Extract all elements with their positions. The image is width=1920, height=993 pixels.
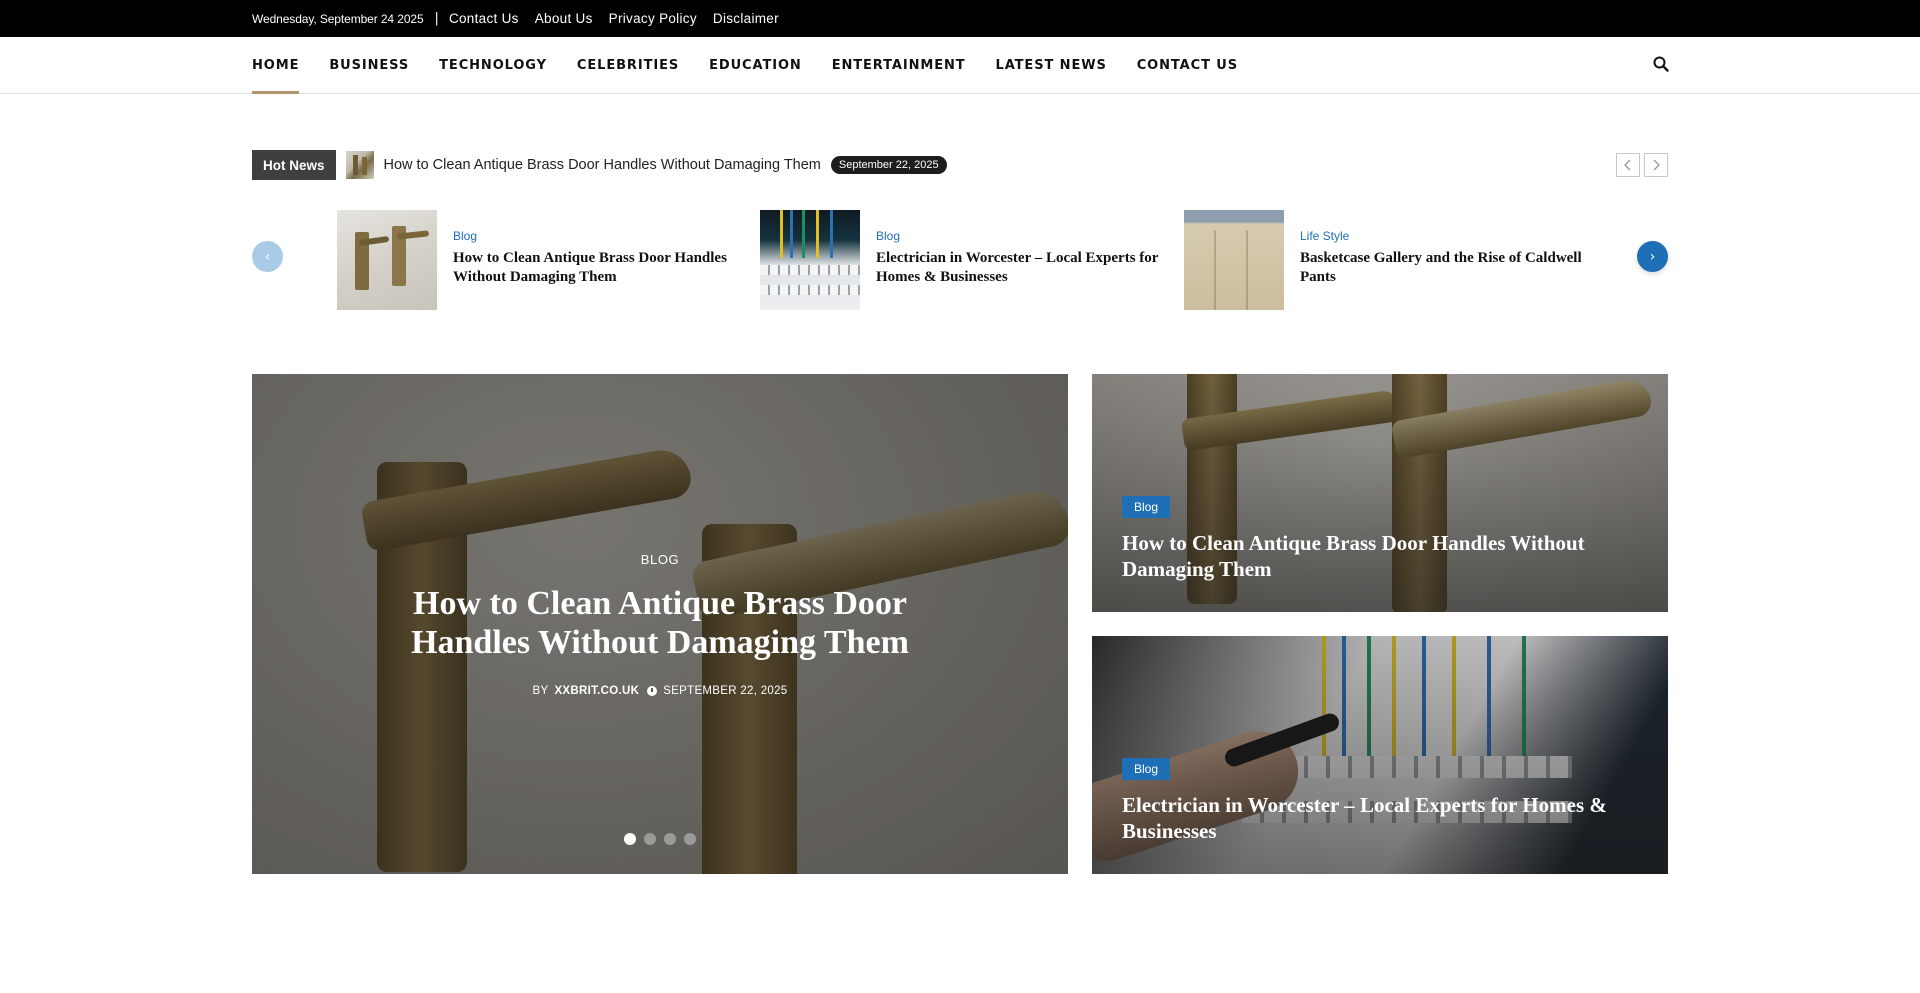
- current-date: Wednesday, September 24 2025: [252, 11, 424, 26]
- slider-dot-2[interactable]: [644, 833, 656, 845]
- ticker-next-button[interactable]: [1644, 153, 1668, 177]
- hero-author[interactable]: XXBRIT.CO.UK: [554, 685, 639, 697]
- hero-slider[interactable]: BLOG How to Clean Antique Brass Door Han…: [252, 374, 1068, 874]
- strip-card-title[interactable]: Electrician in Worcester – Local Experts…: [876, 249, 1176, 287]
- chevron-left-icon: [1624, 159, 1631, 171]
- hot-news-date: September 22, 2025: [830, 156, 947, 174]
- strip-card-text: Blog Electrician in Worcester – Local Ex…: [876, 210, 1176, 310]
- top-bar-content: Wednesday, September 24 2025 | Contact U…: [252, 0, 795, 37]
- search-icon[interactable]: [1652, 55, 1670, 73]
- hot-news-thumbnail[interactable]: [345, 151, 374, 179]
- strip-card[interactable]: Blog How to Clean Antique Brass Door Han…: [337, 210, 753, 310]
- strip-card-text: Life Style Basketcase Gallery and the Ri…: [1300, 210, 1600, 310]
- featured-card-category[interactable]: Blog: [1122, 496, 1171, 518]
- strip-card[interactable]: Blog Electrician in Worcester – Local Ex…: [760, 210, 1176, 310]
- hero-by-label: BY: [532, 685, 549, 697]
- carousel-prev-button[interactable]: ‹: [252, 241, 283, 272]
- strip-card-category[interactable]: Blog: [453, 229, 753, 243]
- featured-card-category[interactable]: Blog: [1122, 758, 1171, 780]
- chevron-right-icon: [1653, 159, 1660, 171]
- strip-card-title[interactable]: How to Clean Antique Brass Door Handles …: [453, 249, 753, 287]
- hero-date: SEPTEMBER 22, 2025: [663, 685, 788, 697]
- strip-card-category[interactable]: Life Style: [1300, 229, 1600, 243]
- hot-news-ticker: Hot News How to Clean Antique Brass Door…: [252, 150, 947, 180]
- nav-item-celebrities[interactable]: CELEBRITIES: [577, 37, 679, 93]
- chevron-left-icon: ‹: [264, 248, 271, 265]
- top-link-disclaimer[interactable]: Disclaimer: [713, 11, 779, 26]
- hero-category[interactable]: BLOG: [252, 552, 1068, 567]
- nav-item-business[interactable]: BUSINESS: [329, 37, 409, 93]
- nav-item-technology[interactable]: TECHNOLOGY: [439, 37, 547, 93]
- top-bar-separator: |: [434, 11, 439, 26]
- clock-icon: [647, 686, 658, 696]
- strip-card-image[interactable]: [760, 210, 860, 310]
- slider-dot-3[interactable]: [664, 833, 676, 845]
- nav-menu: HOME BUSINESS TECHNOLOGY CELEBRITIES EDU…: [252, 37, 1268, 94]
- nav-item-latest-news[interactable]: LATEST NEWS: [996, 37, 1107, 93]
- strip-card-text: Blog How to Clean Antique Brass Door Han…: [453, 210, 753, 310]
- strip-card[interactable]: Life Style Basketcase Gallery and the Ri…: [1184, 210, 1600, 310]
- strip-card-title[interactable]: Basketcase Gallery and the Rise of Caldw…: [1300, 249, 1600, 287]
- hot-news-label: Hot News: [252, 150, 336, 180]
- slider-dot-4[interactable]: [684, 833, 696, 845]
- top-link-privacy-policy[interactable]: Privacy Policy: [609, 11, 697, 26]
- hero-content: BLOG How to Clean Antique Brass Door Han…: [252, 374, 1068, 874]
- nav-item-contact-us[interactable]: CONTACT US: [1137, 37, 1238, 93]
- strip-card-image[interactable]: [1184, 210, 1284, 310]
- strip-card-category[interactable]: Blog: [876, 229, 1176, 243]
- nav-item-entertainment[interactable]: ENTERTAINMENT: [832, 37, 966, 93]
- chevron-right-icon: ›: [1649, 248, 1656, 265]
- hero-meta: BY XXBRIT.CO.UK SEPTEMBER 22, 2025: [252, 685, 1068, 697]
- ticker-prev-button[interactable]: [1616, 153, 1640, 177]
- slider-dot-1[interactable]: [624, 833, 636, 845]
- top-bar: Wednesday, September 24 2025 | Contact U…: [0, 0, 1920, 37]
- top-link-contact-us[interactable]: Contact Us: [449, 11, 519, 26]
- strip-card-image[interactable]: [337, 210, 437, 310]
- carousel-next-button[interactable]: ›: [1637, 241, 1668, 272]
- featured-card[interactable]: Blog How to Clean Antique Brass Door Han…: [1092, 374, 1668, 612]
- nav-item-home[interactable]: HOME: [252, 37, 300, 94]
- main-navigation: HOME BUSINESS TECHNOLOGY CELEBRITIES EDU…: [0, 37, 1920, 94]
- featured-card-title[interactable]: How to Clean Antique Brass Door Handles …: [1122, 530, 1642, 582]
- featured-card[interactable]: Blog Electrician in Worcester – Local Ex…: [1092, 636, 1668, 874]
- hot-news-title[interactable]: How to Clean Antique Brass Door Handles …: [384, 157, 821, 173]
- nav-item-education[interactable]: EDUCATION: [709, 37, 802, 93]
- featured-card-title[interactable]: Electrician in Worcester – Local Experts…: [1122, 792, 1642, 844]
- slider-dots: [252, 833, 1068, 845]
- top-link-about-us[interactable]: About Us: [535, 11, 593, 26]
- hero-title[interactable]: How to Clean Antique Brass Door Handles …: [402, 584, 918, 662]
